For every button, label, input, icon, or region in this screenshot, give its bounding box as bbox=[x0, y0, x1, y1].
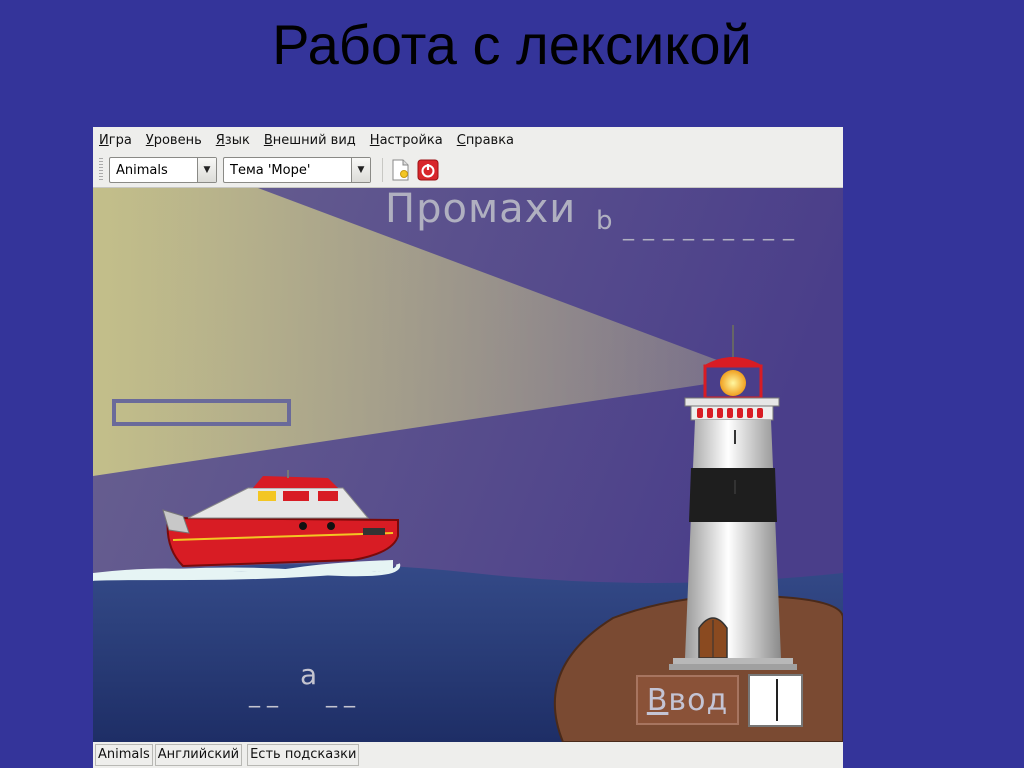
menu-level[interactable]: Уровень bbox=[146, 133, 202, 148]
status-category: Animals bbox=[95, 744, 153, 766]
category-select-value: Animals bbox=[116, 162, 168, 178]
game-canvas: Промахи b _ _ _ _ _ _ _ _ _ _ _ a _ _ Вв… bbox=[93, 188, 843, 742]
toolbar-separator bbox=[382, 158, 383, 182]
menu-language[interactable]: Язык bbox=[216, 133, 250, 148]
menu-game[interactable]: Игра bbox=[99, 133, 132, 148]
enter-label: вод bbox=[668, 682, 729, 718]
menu-appearance[interactable]: Внешний вид bbox=[264, 133, 356, 148]
word-suffix: _ _ bbox=[326, 683, 355, 708]
chevron-down-icon[interactable]: ▼ bbox=[197, 158, 216, 182]
statusbar: Animals Английский Есть подсказки bbox=[93, 742, 843, 768]
answer-frame bbox=[112, 399, 291, 426]
quit-icon[interactable] bbox=[416, 158, 440, 182]
miss-slots: _ _ _ _ _ _ _ _ _ bbox=[623, 216, 795, 241]
misses-label: Промахи bbox=[385, 188, 577, 232]
text-cursor bbox=[776, 679, 778, 721]
enter-mnemonic: В bbox=[646, 682, 669, 718]
sea-scene bbox=[93, 188, 843, 742]
status-language: Английский bbox=[154, 744, 243, 766]
menu-help[interactable]: Справка bbox=[457, 133, 514, 148]
slide-title: Работа с лексикой bbox=[272, 13, 752, 76]
enter-button[interactable]: Ввод bbox=[636, 675, 739, 725]
toolbar-grip[interactable] bbox=[99, 158, 103, 182]
new-game-icon[interactable] bbox=[388, 158, 412, 182]
app-window: Игра Уровень Язык Внешний вид Настройка … bbox=[93, 127, 843, 768]
word-letter: a bbox=[300, 658, 318, 691]
menubar: Игра Уровень Язык Внешний вид Настройка … bbox=[93, 127, 843, 153]
category-select[interactable]: Animals ▼ bbox=[109, 157, 217, 183]
word-prefix: _ _ bbox=[249, 683, 278, 708]
toolbar: Animals ▼ Тема 'Море' ▼ bbox=[93, 153, 843, 188]
menu-settings[interactable]: Настройка bbox=[370, 133, 443, 148]
letter-input[interactable] bbox=[748, 674, 803, 727]
theme-select-value: Тема 'Море' bbox=[230, 162, 311, 178]
chevron-down-icon[interactable]: ▼ bbox=[351, 158, 370, 182]
status-hints: Есть подсказки bbox=[247, 744, 360, 766]
missed-letter: b bbox=[596, 206, 613, 236]
theme-select[interactable]: Тема 'Море' ▼ bbox=[223, 157, 371, 183]
